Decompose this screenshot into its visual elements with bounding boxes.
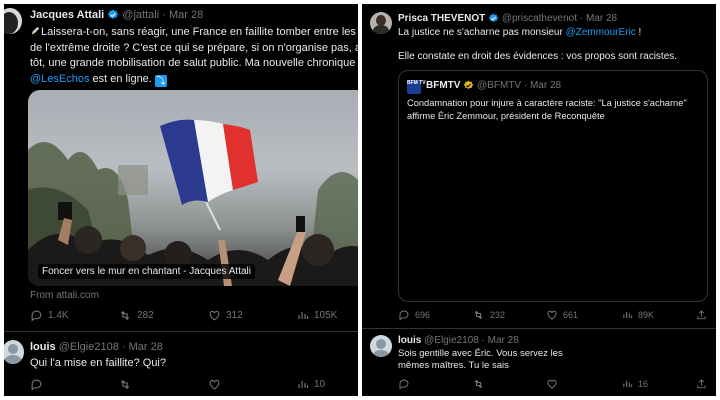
reply-views-button[interactable]: 10 [297,378,325,390]
divider [4,331,358,332]
views-button[interactable]: 89K [622,309,654,320]
retweet-count: 232 [490,310,506,320]
retweet-icon [474,310,483,320]
reply-like-button[interactable] [546,378,558,390]
tweet-header: Jacques Attali @jattali · Mar 28 [30,9,204,21]
views-button[interactable]: 105K [297,309,337,321]
reply-icon [399,379,409,390]
tweet-line-4: est en ligne. [89,72,152,85]
heart-icon [547,310,557,320]
tweet-date[interactable]: Mar 28 [169,9,203,21]
reply-header: louis @Elgie2108 · Mar 28 [30,341,163,353]
reply-share-button[interactable] [696,378,707,390]
views-chart-icon [623,311,633,319]
share-button[interactable] [696,309,707,321]
views-chart-icon [623,380,633,388]
link-card[interactable]: Foncer vers le mur en chantant - Jacques… [28,90,358,286]
heart-icon [547,379,557,389]
pencil-emoji-icon [31,26,40,35]
reply-text: Qui l'a mise en faillite? Qui? [30,357,166,369]
arrow-down-emoji-icon: ⤵ [154,74,167,87]
reply-icon [31,379,42,391]
retweet-count: 282 [137,310,154,321]
author-handle[interactable]: @jattali [122,9,159,21]
reply-views-count: 16 [638,378,649,389]
avatar[interactable] [4,8,22,34]
reply-button[interactable]: 696 [398,309,430,321]
reply-button[interactable]: 1.4K [30,309,69,322]
quoted-author-handle[interactable]: @BFMTV [477,80,521,91]
reply-retweet-button[interactable] [472,378,485,390]
heart-icon [209,379,220,390]
reply-views-count: 10 [314,378,326,390]
reply-author-handle[interactable]: @Elgie2108 [59,341,119,353]
reply-like-button[interactable] [208,378,221,391]
bfmtv-logo: BFM TV [407,80,426,94]
retweet-icon [474,379,483,389]
retweet-button[interactable]: 282 [118,309,154,322]
like-button[interactable]: 661 [546,309,578,321]
author-handle[interactable]: @priscathevenot [502,13,577,24]
reply-author-handle[interactable]: @Elgie2108 [424,335,479,346]
views-chart-icon [298,381,309,388]
retweet-button[interactable]: 232 [472,309,505,321]
author-name[interactable]: Jacques Attali [30,9,104,21]
tweet-line-2: de l'extrême droite ? C'est ce qui se pr… [30,41,358,54]
link-card-source[interactable]: From attali.com [30,290,99,301]
mention-link[interactable]: @LesEchos [30,73,89,85]
reply-views-button[interactable]: 16 [622,378,648,389]
quoted-tweet[interactable]: BFM TV BFMTV @BFMTV · Mar 28 Condamnatio… [398,70,708,302]
mention-link[interactable]: @ZemmourEric [566,27,636,38]
avatar[interactable] [370,12,392,34]
divider [362,328,716,329]
author-name[interactable]: Prisca THEVENOT [398,13,485,24]
reply-author-name[interactable]: louis [30,341,56,353]
verified-gold-badge-icon [463,80,474,90]
views-chart-icon [298,312,309,319]
views-count: 89K [638,309,655,320]
reply-author-name[interactable]: louis [398,335,421,346]
quoted-header: BFMTV @BFMTV · Mar 28 [426,80,562,92]
tweet-line-1: La justice ne s'acharne pas monsieur @Ze… [398,27,642,38]
like-count: 661 [563,310,579,320]
reply-count: 1.4K [48,310,69,321]
heart-icon [209,310,220,321]
link-card-image [28,119,358,286]
reply-date[interactable]: Mar 28 [488,335,519,346]
reply-count: 696 [415,310,431,320]
reply-icon [31,310,42,322]
quoted-text-line-1: Condamnation pour injure à caractère rac… [407,98,687,108]
quoted-text-line-2: affirme Éric Zemmour, président de Recon… [407,111,605,121]
share-icon [697,310,706,320]
quoted-date[interactable]: Mar 28 [530,80,561,91]
tweet-line-1: Laissera-t-on, sans réagir, une France e… [41,26,356,38]
reply-avatar[interactable] [4,340,24,364]
like-count: 312 [226,310,243,321]
views-count: 105K [314,309,338,321]
left-tweet-panel: Jacques Attali @jattali · Mar 28 Laisser… [4,4,358,396]
tweet-line-2: Elle constate en droit des évidences : v… [398,51,678,62]
retweet-icon [120,379,130,390]
retweet-icon [120,310,130,321]
reply-retweet-button[interactable] [118,378,132,391]
reply-avatar[interactable] [370,335,392,357]
tweet-date[interactable]: Mar 28 [586,13,617,24]
reply-date[interactable]: Mar 28 [129,341,163,353]
tweet-header: Prisca THEVENOT @priscathevenot · Mar 28 [398,13,618,25]
reply-reply-button[interactable] [398,378,410,390]
verified-badge-icon [488,13,499,23]
tweet-line-3: tôt, une grande mobilisation de salut pu… [30,57,356,69]
reply-header: louis @Elgie2108 · Mar 28 [398,335,519,346]
quoted-author-name[interactable]: BFMTV [426,80,460,91]
reply-text-line-1: Sois gentille avec Éric. Vous servez les [398,348,563,359]
reply-icon [399,310,409,321]
like-button[interactable]: 312 [208,309,243,322]
reply-reply-button[interactable] [30,378,43,391]
right-tweet-panel: Prisca THEVENOT @priscathevenot · Mar 28… [362,4,716,396]
share-icon [697,379,706,389]
verified-badge-icon [108,9,119,20]
link-card-caption: Foncer vers le mur en chantant - Jacques… [38,264,255,279]
reply-text-line-2: mêmes maîtres. Tu le sais [398,360,509,371]
